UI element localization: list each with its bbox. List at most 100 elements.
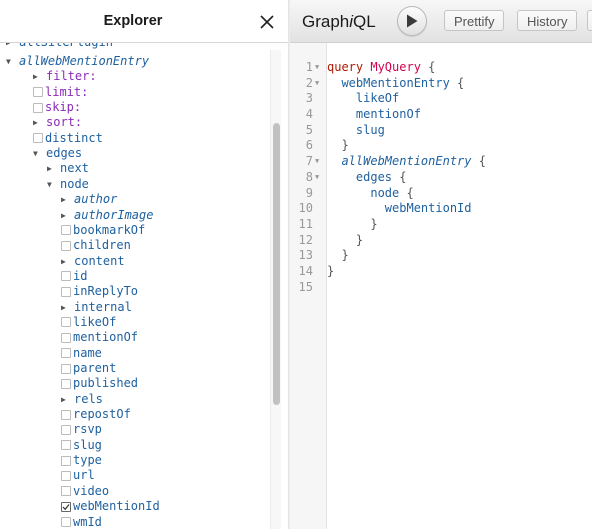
tree-item-label: authorImage [74, 207, 154, 222]
checkbox-icon[interactable] [61, 409, 71, 420]
fold-arrow-icon[interactable]: ▼ [315, 170, 323, 186]
line-number: 9 [305, 185, 313, 200]
checkbox-checked-icon[interactable] [61, 501, 71, 512]
query-editor[interactable]: 1 ▼ query MyQuery {2 ▼ webMentionEntry {3 l… [290, 60, 592, 295]
fold-arrow-icon[interactable]: ▼ [315, 60, 323, 76]
tree-item-slug[interactable]: slug [48, 438, 102, 453]
code-line[interactable]: 2 ▼ webMentionEntry { [290, 76, 592, 92]
code-line[interactable]: 6 } [290, 138, 592, 154]
tree-item-limit[interactable]: limit: [20, 85, 88, 100]
triangle-down-icon[interactable]: ▼ [6, 54, 16, 69]
checkbox-icon[interactable] [61, 332, 71, 343]
tree-item-label: allWebMentionEntry [19, 54, 150, 68]
checkbox-icon[interactable] [61, 424, 71, 435]
explorer-scrollbar-thumb[interactable] [273, 123, 280, 405]
tree-item-next[interactable]: ▶ next [34, 161, 89, 176]
tree-item-content[interactable]: ▶ content [48, 254, 125, 269]
code-line[interactable]: 14} [290, 264, 592, 280]
checkbox-icon[interactable] [61, 455, 71, 466]
tree-item-type[interactable]: type [48, 453, 102, 468]
tree-item-like-of[interactable]: likeOf [48, 315, 116, 330]
code-content: } [327, 217, 377, 233]
tree-item-node[interactable]: ▼ node [34, 177, 89, 192]
toolbar-button-clipped[interactable] [587, 10, 592, 31]
triangle-right-icon[interactable]: ▶ [61, 392, 71, 407]
tree-item-author[interactable]: ▶ author [48, 192, 117, 207]
code-line[interactable]: 15 [290, 280, 592, 296]
tree-item-sort[interactable]: ▶ sort: [20, 115, 82, 130]
run-query-button[interactable] [397, 6, 427, 36]
tree-item-web-mention-id[interactable]: webMentionId [48, 499, 160, 514]
checkbox-icon[interactable] [61, 440, 71, 451]
code-line[interactable]: 3 likeOf [290, 91, 592, 107]
triangle-right-icon[interactable]: ▶ [61, 192, 71, 207]
history-button[interactable]: History [517, 10, 578, 31]
checkbox-icon[interactable] [61, 470, 71, 481]
tree-item-all-web-mention-entry[interactable]: ▼ allWebMentionEntry [6, 54, 149, 69]
checkbox-icon[interactable] [61, 225, 71, 236]
tree-item-id[interactable]: id [48, 269, 87, 284]
checkbox-icon[interactable] [61, 271, 71, 282]
tree-item-author-image[interactable]: ▶ authorImage [48, 208, 153, 223]
tree-item-video[interactable]: video [48, 484, 109, 499]
tree-item-label: bookmarkOf [73, 222, 146, 237]
tree-item-wm-id[interactable]: wmId [48, 515, 102, 529]
triangle-right-icon[interactable]: ▶ [61, 208, 71, 223]
code-line[interactable]: 5 slug [290, 123, 592, 139]
checkbox-icon[interactable] [33, 102, 43, 113]
tree-item-published[interactable]: published [48, 376, 138, 391]
tree-item-internal[interactable]: ▶ internal [48, 300, 132, 315]
line-number: 10 [298, 201, 313, 216]
triangle-down-icon[interactable]: ▼ [33, 146, 43, 161]
triangle-down-icon[interactable]: ▼ [47, 177, 57, 192]
checkbox-icon[interactable] [61, 378, 71, 389]
tree-item-edges[interactable]: ▼ edges [20, 146, 82, 161]
tree-item-name[interactable]: name [48, 346, 102, 361]
checkbox-icon[interactable] [61, 286, 71, 297]
tree-item-rels[interactable]: ▶ rels [48, 392, 103, 407]
explorer-scrollbar[interactable] [270, 50, 281, 529]
tree-item-skip[interactable]: skip: [20, 100, 81, 115]
checkbox-icon[interactable] [33, 133, 43, 144]
checkbox-icon[interactable] [61, 486, 71, 497]
triangle-right-icon[interactable]: ▶ [61, 300, 71, 315]
code-line[interactable]: 10 webMentionId [290, 201, 592, 217]
prettify-button[interactable]: Prettify [444, 10, 505, 31]
close-icon[interactable] [259, 14, 275, 30]
triangle-right-icon[interactable]: ▶ [33, 115, 43, 130]
tree-item-label: filter: [46, 69, 97, 84]
tree-item-parent[interactable]: parent [48, 361, 116, 376]
tree-item-distinct[interactable]: distinct [20, 131, 103, 146]
line-number: 3 [305, 91, 313, 106]
tree-item-filter[interactable]: ▶ filter: [20, 69, 97, 84]
checkbox-icon[interactable] [61, 517, 71, 527]
tree-item-repost-of[interactable]: repostOf [48, 407, 131, 422]
tree-item-mention-of[interactable]: mentionOf [48, 330, 138, 345]
tree-item-children[interactable]: children [48, 238, 131, 253]
checkbox-icon[interactable] [61, 363, 71, 374]
tree-item-in-reply-to[interactable]: inReplyTo [48, 284, 138, 299]
code-line[interactable]: 11 } [290, 217, 592, 233]
fold-arrow-icon[interactable]: ▼ [315, 154, 323, 170]
code-line[interactable]: 12 } [290, 233, 592, 249]
checkbox-icon[interactable] [33, 87, 43, 98]
tree-item-url[interactable]: url [48, 468, 95, 483]
code-line[interactable]: 7 ▼ allWebMentionEntry { [290, 154, 592, 170]
tree-item-clipped[interactable]: ▶ allSitePlugin [6, 43, 113, 50]
triangle-right-icon[interactable]: ▶ [61, 254, 71, 269]
code-line[interactable]: 1 ▼ query MyQuery { [290, 60, 592, 76]
triangle-right-icon[interactable]: ▶ [47, 161, 57, 176]
checkbox-icon[interactable] [61, 317, 71, 328]
tree-item-rsvp[interactable]: rsvp [48, 422, 102, 437]
tree-item-label: url [73, 468, 95, 483]
triangle-right-icon[interactable]: ▶ [33, 69, 43, 84]
code-line[interactable]: 13 } [290, 248, 592, 264]
checkbox-icon[interactable] [61, 348, 71, 359]
fold-arrow-icon[interactable]: ▼ [315, 76, 323, 92]
code-token: { [392, 169, 407, 184]
code-line[interactable]: 9 node { [290, 186, 592, 202]
tree-item-bookmark-of[interactable]: bookmarkOf [48, 223, 145, 238]
code-line[interactable]: 4 mentionOf [290, 107, 592, 123]
code-line[interactable]: 8 ▼ edges { [290, 170, 592, 186]
checkbox-icon[interactable] [61, 240, 71, 251]
